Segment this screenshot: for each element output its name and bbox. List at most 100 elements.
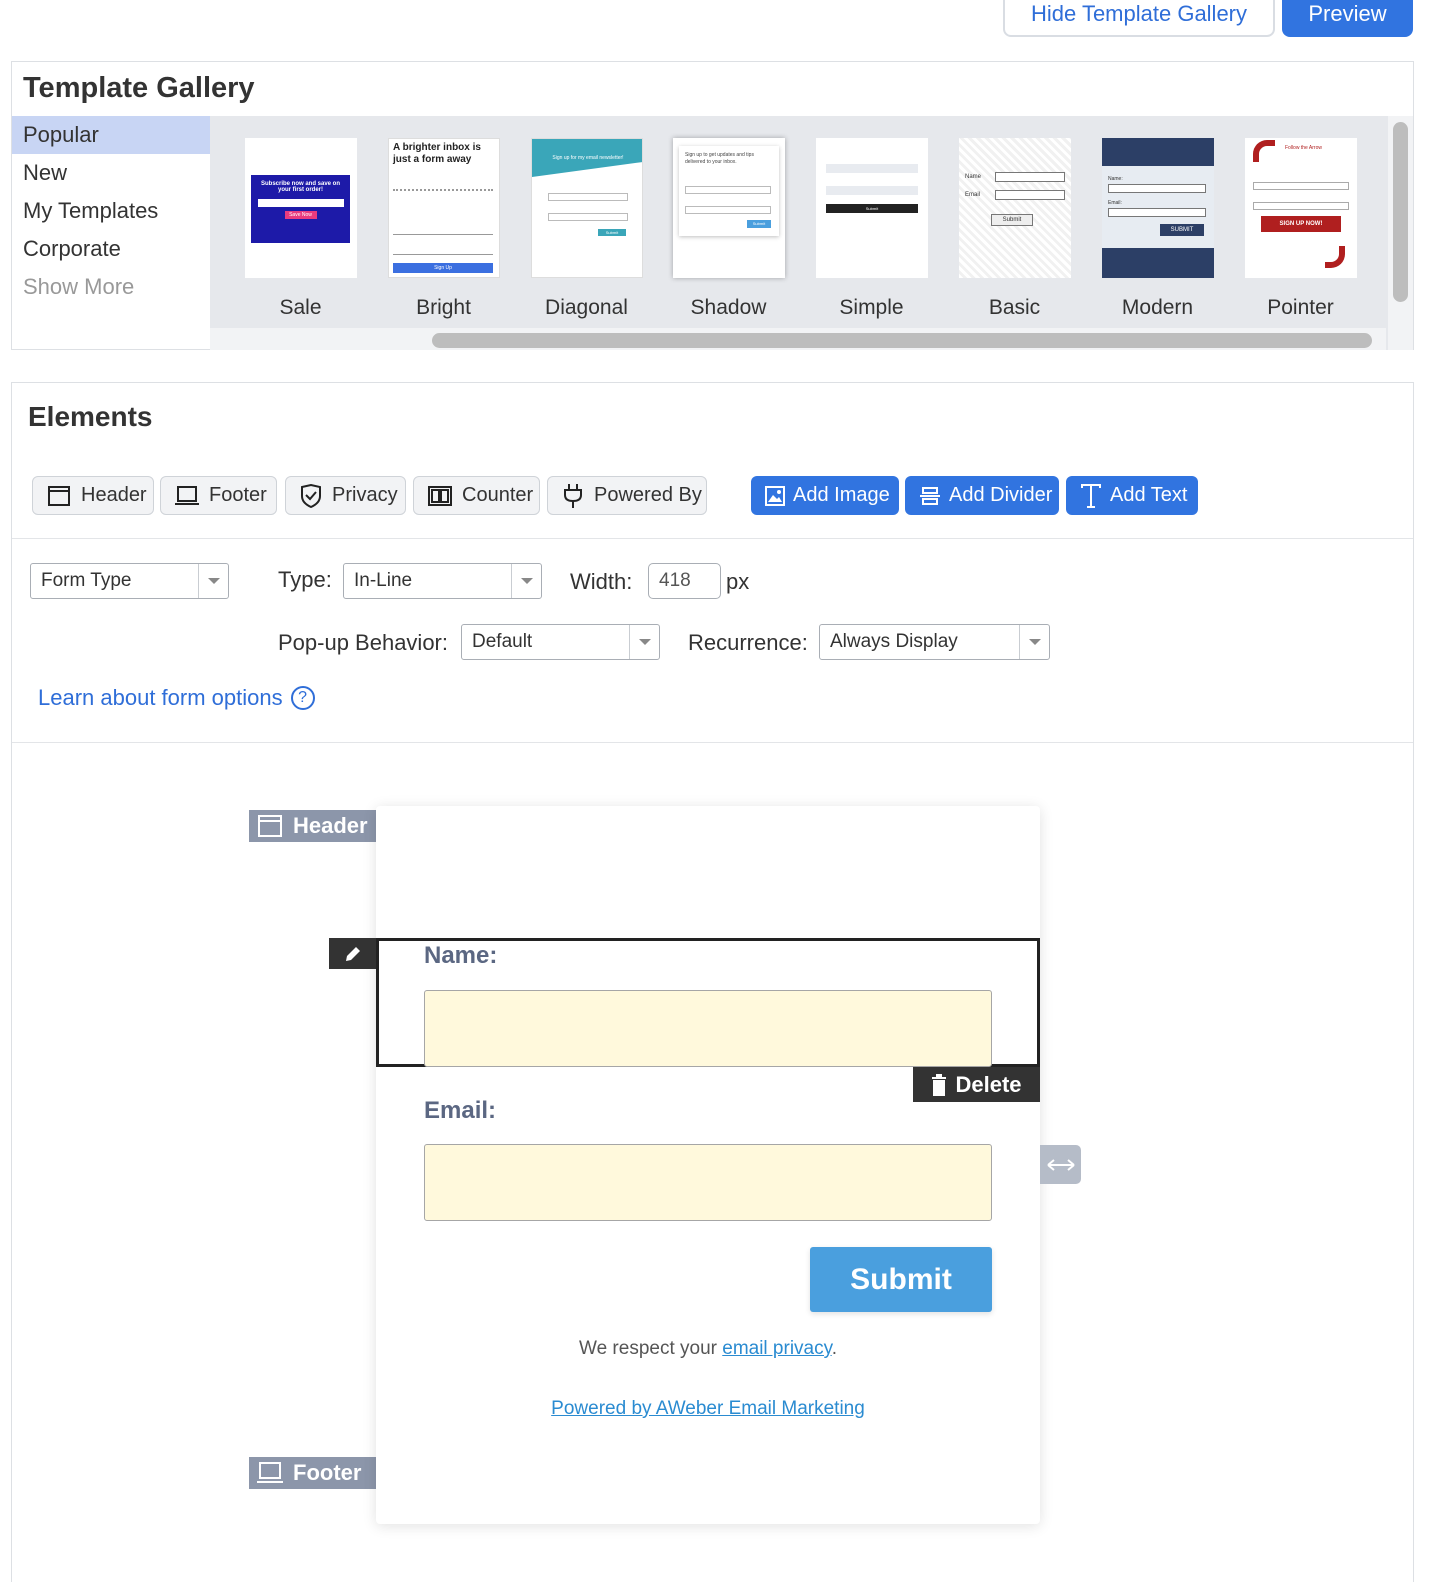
form-type-value: Form Type (41, 570, 132, 591)
divider-icon (920, 486, 940, 505)
gallery-vertical-scrollbar[interactable] (1388, 116, 1413, 350)
footer-toggle-button[interactable]: Footer (160, 476, 277, 515)
template-label-diagonal: Diagonal (545, 296, 628, 319)
recurrence-label: Recurrence: (688, 630, 808, 655)
name-field[interactable] (424, 990, 992, 1067)
template-thumb-sale[interactable]: Subscribe now and save on your first ord… (245, 138, 357, 278)
form-type-select[interactable]: Form Type (30, 563, 229, 599)
header-tag-label: Header (293, 813, 368, 838)
footer-toggle-label: Footer (209, 484, 267, 506)
thumb-sale-button: Save Now (284, 211, 317, 219)
edit-field-button[interactable] (329, 938, 376, 969)
elements-divider (12, 538, 1413, 539)
template-label-shadow: Shadow (690, 296, 767, 319)
add-text-label: Add Text (1110, 484, 1188, 506)
template-label-pointer: Pointer (1267, 296, 1334, 319)
email-label: Email: (424, 1097, 497, 1124)
pencil-icon (345, 946, 360, 961)
powered-by-toggle-button[interactable]: Powered By (547, 476, 707, 515)
popup-behavior-value: Default (472, 631, 533, 652)
show-more-link[interactable]: Show More (12, 268, 210, 306)
elements-panel: Elements Header Footer Privacy Counter P… (11, 382, 1414, 1582)
width-input[interactable]: 418 (648, 563, 721, 599)
thumb-shadow-headline: Sign up to get updates and tips delivere… (685, 152, 754, 165)
category-new[interactable]: New (12, 154, 210, 192)
chevron-down-icon (629, 625, 659, 659)
template-thumb-shadow[interactable]: Sign up to get updates and tips delivere… (673, 138, 785, 278)
image-icon (765, 485, 785, 506)
template-label-sale: Sale (279, 296, 322, 319)
template-thumb-simple[interactable]: Submit (816, 138, 928, 278)
width-unit: px (726, 569, 750, 594)
chevron-down-icon (198, 564, 228, 598)
template-thumb-diagonal[interactable]: Sign up for my email newsletter! Submit (531, 138, 643, 278)
delete-label: Delete (955, 1071, 1022, 1097)
thumb-modern-email: Email: (1108, 200, 1122, 206)
popup-behavior-select[interactable]: Default (461, 624, 660, 660)
chevron-down-icon (1019, 625, 1049, 659)
type-value: In-Line (354, 570, 413, 591)
popup-behavior-label: Pop-up Behavior: (278, 630, 448, 655)
learn-form-options-label: Learn about form options (38, 685, 283, 710)
header-icon (48, 485, 70, 506)
template-label-modern: Modern (1121, 296, 1194, 319)
submit-button[interactable]: Submit (810, 1247, 992, 1312)
hide-template-gallery-button[interactable]: Hide Template Gallery (1003, 0, 1275, 37)
email-privacy-link[interactable]: email privacy (722, 1338, 831, 1359)
category-popular[interactable]: Popular (12, 116, 210, 154)
thumb-modern-name: Name: (1108, 176, 1123, 182)
privacy-prefix: We respect your (578, 1338, 723, 1359)
options-divider (12, 742, 1413, 743)
header-tag[interactable]: Header (249, 810, 376, 842)
shield-check-icon (301, 483, 321, 508)
help-icon: ? (290, 686, 315, 710)
template-label-bright: Bright (416, 296, 471, 319)
category-corporate[interactable]: Corporate (12, 230, 210, 268)
template-label-simple: Simple (839, 296, 904, 319)
template-thumb-modern[interactable]: Name: Email: SUBMIT (1102, 138, 1214, 278)
counter-icon (428, 485, 452, 506)
recurrence-select[interactable]: Always Display (819, 624, 1050, 660)
type-select[interactable]: In-Line (343, 563, 542, 599)
gallery-horizontal-scrollbar[interactable] (210, 328, 1386, 350)
template-thumb-pointer[interactable]: Follow the Arrow SIGN UP NOW! (1245, 138, 1357, 278)
trash-icon (932, 1073, 947, 1096)
thumb-shadow-button: Submit (747, 220, 771, 228)
powered-by-link[interactable]: Powered by AWeber Email Marketing (376, 1398, 1040, 1420)
add-image-button[interactable]: Add Image (751, 476, 899, 515)
thumb-modern-button: SUBMIT (1160, 224, 1204, 236)
name-label: Name: (424, 942, 498, 969)
resize-width-handle[interactable] (1040, 1145, 1081, 1184)
template-thumbnails: Subscribe now and save on your first ord… (210, 116, 1413, 350)
top-actions: Hide Template Gallery Preview (0, 0, 1434, 38)
add-image-label: Add Image (793, 484, 890, 506)
form-preview: Name: Delete Email: Submit We respect yo… (329, 806, 1040, 1524)
footer-tag-label: Footer (293, 1460, 362, 1485)
plug-icon (564, 483, 582, 508)
counter-toggle-button[interactable]: Counter (413, 476, 540, 515)
thumb-simple-button: Submit (826, 204, 918, 213)
learn-form-options-link[interactable]: Learn about form options ? (38, 685, 315, 711)
add-divider-button[interactable]: Add Divider (905, 476, 1059, 515)
counter-toggle-label: Counter (462, 484, 534, 506)
thumb-basic-email: Email (965, 192, 981, 198)
privacy-toggle-button[interactable]: Privacy (285, 476, 406, 515)
vertical-scroll-thumb[interactable] (1393, 122, 1408, 302)
email-field[interactable] (424, 1144, 992, 1221)
gallery-title: Template Gallery (23, 72, 255, 104)
delete-field-button[interactable]: Delete (913, 1067, 1040, 1102)
preview-button[interactable]: Preview (1282, 0, 1413, 37)
horizontal-scroll-thumb[interactable] (432, 333, 1372, 348)
thumb-bright-headline: A brighter inbox is just a form away (393, 142, 481, 165)
hook-arrow-icon (1325, 246, 1345, 268)
template-thumb-basic[interactable]: Name Email Submit (959, 138, 1071, 278)
header-toggle-button[interactable]: Header (32, 476, 154, 515)
header-toggle-label: Header (81, 484, 147, 506)
recurrence-value: Always Display (830, 631, 958, 652)
category-my-templates[interactable]: My Templates (12, 192, 210, 230)
template-thumb-bright[interactable]: A brighter inbox is just a form away Sig… (388, 138, 500, 278)
privacy-notice: We respect your email privacy. (376, 1338, 1040, 1360)
add-text-button[interactable]: Add Text (1066, 476, 1198, 515)
footer-tag[interactable]: Footer (249, 1457, 376, 1489)
category-list: Popular New My Templates Corporate Show … (12, 116, 210, 306)
